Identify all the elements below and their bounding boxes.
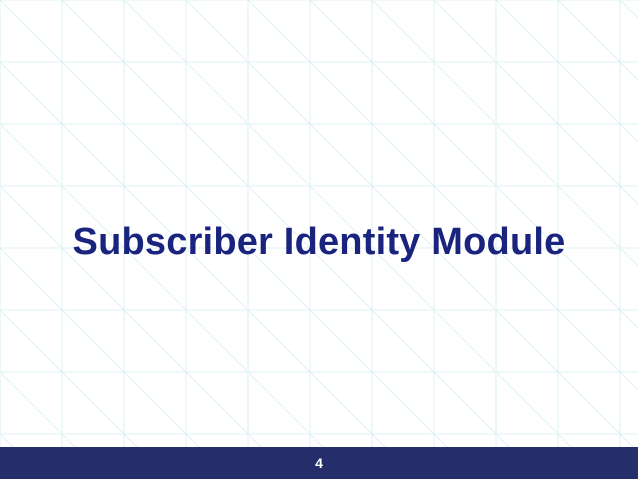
footer-bar: 4 bbox=[0, 447, 638, 479]
slide-title: Subscriber Identity Module bbox=[72, 221, 566, 263]
page-number: 4 bbox=[315, 455, 323, 471]
slide: Subscriber Identity Module 4 bbox=[0, 0, 638, 479]
